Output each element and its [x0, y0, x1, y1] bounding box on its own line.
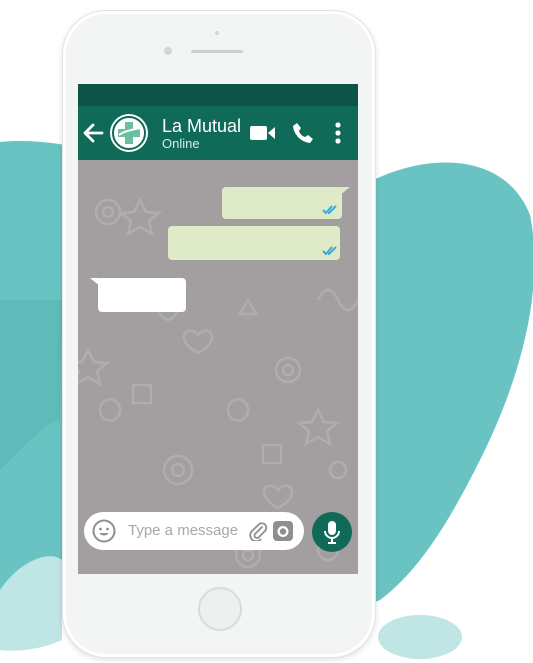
message-bubble-incoming[interactable]: [98, 278, 186, 312]
double-check-icon: [322, 246, 337, 256]
message-input[interactable]: Type a message: [128, 523, 238, 539]
message-bubble-outgoing[interactable]: [168, 226, 340, 260]
emoji-icon[interactable]: [92, 519, 116, 543]
microphone-button[interactable]: [312, 512, 352, 552]
phone-sensor: [215, 31, 219, 35]
home-button[interactable]: [198, 587, 242, 631]
chat-header: La Mutual Online: [78, 106, 358, 160]
message-composer[interactable]: Type a message: [84, 512, 304, 550]
phone-icon[interactable]: [292, 122, 314, 144]
chat-screen: La Mutual Online Type a message: [78, 84, 358, 574]
light-blob: [378, 615, 462, 659]
health-cross-logo-icon: [112, 116, 146, 150]
phone-speaker: [191, 50, 243, 53]
message-bubble-outgoing[interactable]: [222, 187, 342, 219]
bubble-tail: [340, 187, 350, 195]
phone-camera: [164, 47, 172, 55]
double-check-icon: [322, 205, 337, 215]
arrow-left-icon[interactable]: [82, 120, 104, 146]
contact-name[interactable]: La Mutual: [162, 116, 241, 136]
teal-blob: [355, 162, 533, 610]
microphone-icon: [324, 521, 340, 544]
more-vertical-icon[interactable]: [334, 121, 342, 145]
status-bar: [78, 84, 358, 106]
contact-status: Online: [162, 136, 200, 151]
avatar[interactable]: [110, 114, 148, 152]
camera-icon[interactable]: [272, 520, 294, 542]
video-call-icon[interactable]: [250, 124, 276, 142]
paperclip-icon[interactable]: [248, 521, 268, 541]
